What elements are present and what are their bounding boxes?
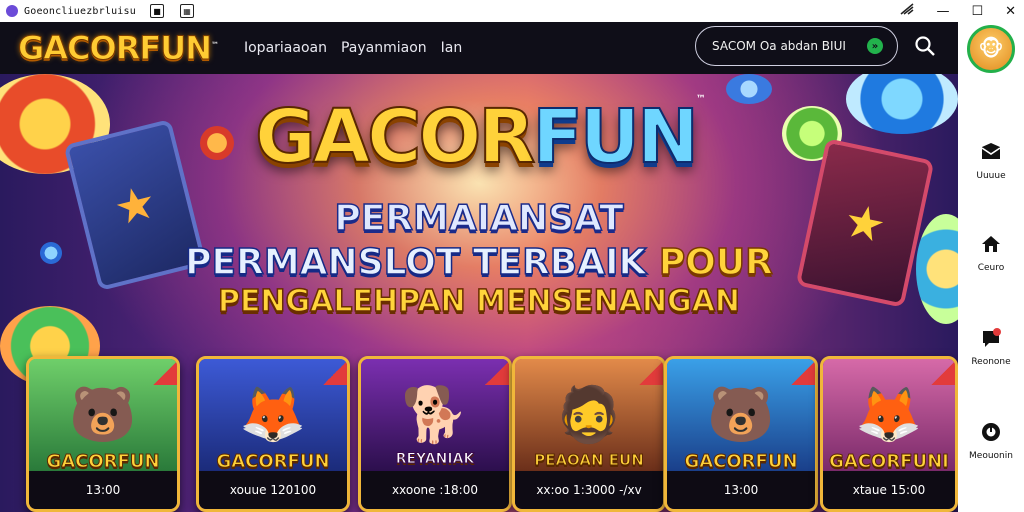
home-icon xyxy=(982,236,1000,252)
tab-icon[interactable]: ■ xyxy=(149,4,164,18)
game-title: GACORFUN xyxy=(216,451,330,473)
mail-icon xyxy=(981,143,1001,159)
sidebar-item-alert[interactable]: Reonone xyxy=(958,326,1024,367)
game-title: REYANIAK xyxy=(395,451,475,468)
window-title: Goeoncliuezbrluisu xyxy=(24,5,136,17)
nav-link-2[interactable]: Payanmiaon xyxy=(341,40,427,56)
alert-icon xyxy=(983,328,1001,347)
game-card-2[interactable]: 🦊 GACORFUN xouue 120100 xyxy=(196,356,350,512)
sidebar-item-label: Uuuue xyxy=(976,171,1006,181)
right-sidebar: 🐵 Uuuue Ceuro Reonone Meouonin xyxy=(958,22,1024,512)
game-footer: 13:00 xyxy=(667,471,815,509)
bear-icon: 🐻 xyxy=(707,383,775,446)
search-placeholder: SACOM Oa abdan BIUI xyxy=(712,39,846,53)
app-icon xyxy=(6,5,18,17)
sidebar-item-label: Reonone xyxy=(971,357,1011,367)
avatar[interactable]: 🐵 xyxy=(967,25,1015,73)
site-logo[interactable]: GACORFUN™ xyxy=(18,29,219,68)
hot-ribbon xyxy=(485,359,509,385)
circle-icon xyxy=(982,423,1000,441)
game-title: GACORFUN xyxy=(46,451,160,473)
game-card-5[interactable]: 🐻 GACORFUN 13:00 xyxy=(664,356,818,512)
hero-tagline-2: PERMANSLOT TERBAIK POUR xyxy=(184,241,773,284)
window-titlebar: Goeoncliuezbrluisu ■ ▦ — ☐ ✕ xyxy=(0,0,1024,22)
hero-tagline-3: PENGALEHPAN MENSENANGAN xyxy=(217,283,741,320)
sidebar-item-label: Ceuro xyxy=(977,263,1005,273)
game-card-3[interactable]: 🐕 REYANIAK xxoone :18:00 xyxy=(358,356,512,512)
hot-ribbon xyxy=(323,359,347,385)
game-footer: 13:00 xyxy=(29,471,177,509)
hero-banner: ★ ★ GACORFUN™ PERMAIANSAT PERMANSLOT TER… xyxy=(0,74,958,512)
bear-icon: 🐻 xyxy=(69,383,137,446)
sidebar-item-circle[interactable]: Meouonin xyxy=(958,420,1024,461)
game-card-6[interactable]: 🦊 GACORFUNI xtaue 15:00 xyxy=(820,356,958,512)
signal-icon xyxy=(900,3,914,19)
nav-link-3[interactable]: Ian xyxy=(441,40,463,56)
fox-icon: 🦊 xyxy=(855,383,923,446)
game-title: GACORFUNI xyxy=(829,451,950,473)
game-cards: 🐻 GACORFUN 13:00 🦊 GACORFUN xouue 120100… xyxy=(26,356,958,512)
game-title: PEAOAN EUN xyxy=(534,451,645,470)
man-icon: 🧔 xyxy=(555,383,623,446)
game-card-4[interactable]: 🧔 PEAOAN EUN xx:oo 1:3000 -/xv xyxy=(512,356,666,512)
maximize-button[interactable]: ☐ xyxy=(971,4,983,19)
hot-ribbon xyxy=(931,359,955,385)
hot-ribbon xyxy=(791,359,815,385)
hot-ribbon xyxy=(153,359,177,385)
fox-icon: 🦊 xyxy=(239,383,307,446)
top-navigation: GACORFUN™ Iopariaaoan Payanmiaon Ian SAC… xyxy=(0,22,958,74)
dog-icon: 🐕 xyxy=(401,383,469,446)
search-go-icon[interactable]: » xyxy=(867,38,883,54)
minimize-button[interactable]: — xyxy=(936,4,949,19)
nav-links: Iopariaaoan Payanmiaon Ian xyxy=(244,40,462,56)
game-footer: xtaue 15:00 xyxy=(823,471,955,509)
search-icon[interactable] xyxy=(914,35,936,57)
game-footer: xx:oo 1:3000 -/xv xyxy=(515,471,663,509)
close-button[interactable]: ✕ xyxy=(1005,4,1016,19)
hero-logo: GACORFUN™ xyxy=(254,93,706,181)
sidebar-item-mail[interactable]: Uuuue xyxy=(958,140,1024,181)
nav-link-1[interactable]: Iopariaaoan xyxy=(244,40,327,56)
sidebar-item-home[interactable]: Ceuro xyxy=(958,232,1024,273)
sidebar-item-label: Meouonin xyxy=(969,451,1013,461)
game-footer: xxoone :18:00 xyxy=(361,471,509,509)
hot-ribbon xyxy=(639,359,663,385)
game-card-1[interactable]: 🐻 GACORFUN 13:00 xyxy=(26,356,180,512)
game-title: GACORFUN xyxy=(684,451,798,473)
grid-icon[interactable]: ▦ xyxy=(179,4,194,18)
hero-tagline-1: PERMAIANSAT xyxy=(334,197,625,240)
game-footer: xouue 120100 xyxy=(199,471,347,509)
monkey-icon: 🐵 xyxy=(978,36,1004,62)
search-input[interactable]: SACOM Oa abdan BIUI » xyxy=(695,26,898,66)
